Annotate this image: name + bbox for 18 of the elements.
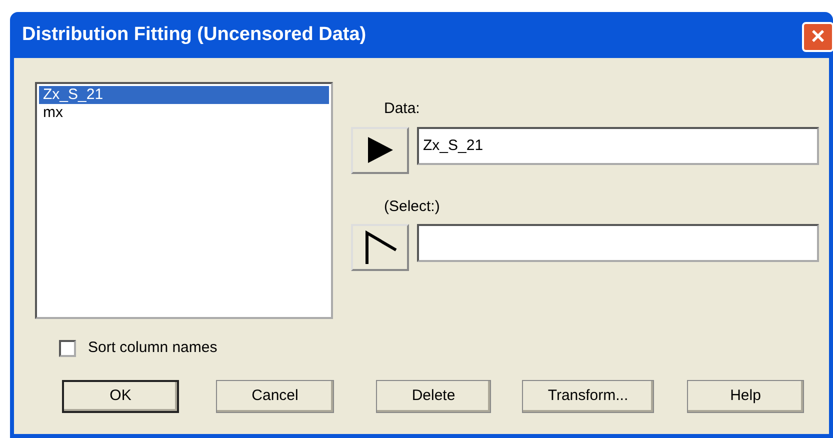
dialog-button[interactable]: OK (62, 380, 179, 412)
dialog-button[interactable]: Transform... (522, 380, 654, 412)
checkbox-label: Sort column names (88, 338, 218, 358)
list-item[interactable]: Zx_S_21 (39, 86, 329, 104)
input-field[interactable] (417, 224, 819, 262)
field-label: Data: (384, 99, 421, 119)
play-icon (365, 135, 395, 165)
window-title: Distribution Fitting (Uncensored Data) (22, 22, 366, 47)
select-button[interactable] (351, 224, 409, 271)
dialog-button[interactable]: Help (687, 380, 804, 412)
field-label: (Select:) (384, 196, 441, 216)
dialog-button[interactable]: Cancel (216, 380, 334, 412)
dialog-button[interactable]: Delete (376, 380, 491, 412)
input-field[interactable]: Zx_S_21 (417, 126, 819, 164)
checkbox[interactable] (59, 340, 76, 357)
close-button[interactable]: × (802, 22, 833, 52)
add-variable-button[interactable] (351, 126, 409, 174)
list-item[interactable]: mx (39, 104, 329, 122)
